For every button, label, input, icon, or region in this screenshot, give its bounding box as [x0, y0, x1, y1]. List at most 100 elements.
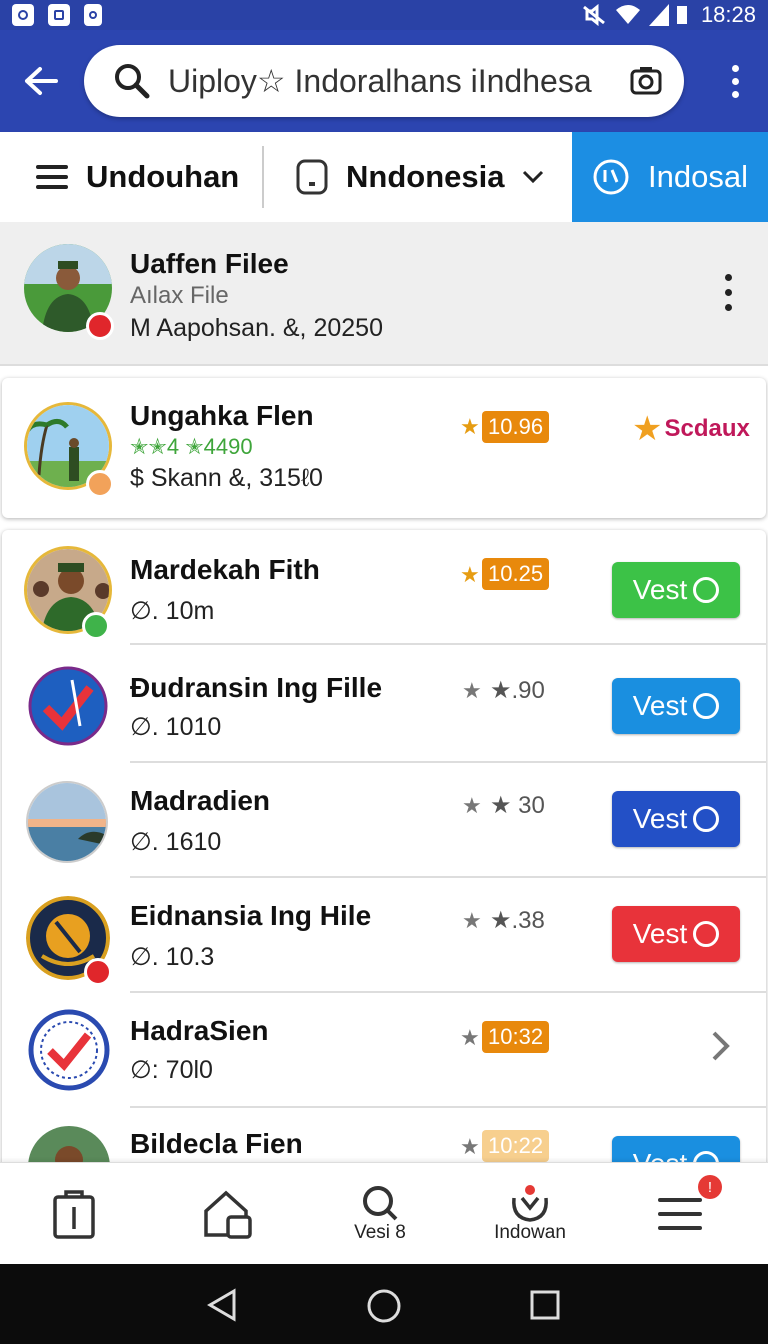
app-notification-icon	[12, 4, 34, 26]
favorite-badge	[84, 958, 112, 986]
item-meta: ∅. 10m	[130, 597, 215, 625]
star-icon: ★	[460, 1134, 480, 1159]
star-logo-icon: ★	[632, 410, 663, 448]
lock-notification-icon	[84, 4, 102, 26]
item-meta: ∅: 70l0	[130, 1056, 213, 1084]
app-bar	[0, 30, 768, 132]
bottom-nav: Vesi 8 Indowan !	[0, 1162, 768, 1264]
item-meta: ∅. 1610	[130, 828, 222, 856]
status-badge	[86, 470, 114, 498]
star-icon: ★	[460, 562, 480, 587]
back-triangle-icon[interactable]	[206, 1288, 238, 1322]
overflow-menu-button[interactable]	[720, 64, 750, 98]
status-bar: 18:28	[0, 0, 768, 30]
list-item[interactable]: Ðudransin Ing Fille ∅. 1010 ★ ★.90 Vest	[2, 648, 766, 763]
list-item[interactable]: Bildecla Fien ★ 10:22 Vest	[2, 1108, 766, 1170]
back-button[interactable]	[18, 58, 64, 104]
vest-button[interactable]: Vest	[612, 791, 740, 847]
avatar	[28, 1009, 110, 1091]
nav-menu[interactable]: !	[620, 1163, 740, 1265]
circle-icon	[693, 577, 720, 603]
header-name: Uaffen Filee	[130, 248, 289, 279]
avatar	[26, 781, 108, 863]
card-name: Ungahka Flen	[130, 400, 314, 431]
header-subtitle: Aılax File	[130, 282, 229, 309]
arrow-left-icon	[25, 67, 58, 95]
nav-clipboard[interactable]	[14, 1163, 134, 1265]
home-icon	[204, 1190, 252, 1239]
item-meta: ∅. 1010	[130, 713, 222, 741]
star-icon: ★	[460, 414, 480, 439]
item-name: Bildecla Fien	[130, 1128, 303, 1159]
chevron-down-icon	[523, 170, 544, 184]
home-circle-icon[interactable]	[366, 1288, 402, 1324]
phone-icon	[296, 159, 328, 195]
nav-label: Vesi 8	[354, 1222, 406, 1243]
file-list: Mardekah Fith ∅. 10m ★ 10.25 Vest Ðudran…	[2, 530, 766, 1170]
notification-badge: !	[698, 1175, 722, 1199]
tab-undouhan[interactable]: Undouhan	[0, 146, 264, 208]
mute-icon	[583, 4, 605, 26]
circle-icon	[693, 693, 720, 719]
item-name: Ðudransin Ing Fille	[130, 672, 383, 703]
search-input[interactable]	[168, 62, 630, 100]
card-meta: $ Skann &, 315ℓ0	[130, 464, 323, 492]
star-icon: ★	[462, 793, 482, 818]
signal-icon	[648, 4, 669, 26]
score-badge: 10:32	[482, 1021, 550, 1053]
brand-logo[interactable]: ★ Scdaux	[632, 412, 750, 446]
notification-icon	[512, 1185, 548, 1222]
circle-icon	[693, 806, 720, 832]
tab-label: Undouhan	[86, 159, 240, 194]
tab-bar: Undouhan Nndonesia Indosal	[0, 132, 768, 222]
vest-button[interactable]: Vest	[612, 562, 740, 618]
item-meta: ∅. 10.3	[130, 943, 215, 971]
wifi-icon	[615, 5, 640, 24]
menu-icon	[658, 1198, 702, 1230]
avatar	[28, 666, 108, 746]
nav-search[interactable]: Vesi 8	[320, 1163, 440, 1265]
button-label: Vest	[632, 803, 688, 834]
header-more-button[interactable]	[718, 274, 738, 311]
list-item[interactable]: HadraSien ∅: 70l0 ★ 10:32	[2, 993, 766, 1108]
list-item[interactable]: Mardekah Fith ∅. 10m ★ 10.25 Vest	[2, 530, 766, 645]
score-text: ★.38	[490, 906, 545, 934]
brand-name: Scdaux	[664, 415, 750, 442]
star-icon: ★	[462, 678, 482, 703]
status-time: 18:28	[700, 2, 756, 27]
score-badge: 10.25	[482, 558, 550, 590]
status-badge	[86, 312, 114, 340]
online-badge	[82, 612, 110, 640]
header-card[interactable]: Uaffen Filee Aılax File M Aapohsan. &, 2…	[0, 222, 768, 366]
featured-card[interactable]: Ungahka Flen ✭✭4 ✭4490 $ Skann &, 315ℓ0 …	[2, 378, 766, 518]
recents-square-icon[interactable]	[530, 1290, 560, 1320]
system-nav-bar	[0, 1264, 768, 1344]
chevron-right-icon[interactable]	[710, 1029, 732, 1063]
header-meta: M Aapohsan. &, 20250	[130, 314, 383, 342]
button-label: Vest	[632, 918, 688, 949]
star-icon: ★	[460, 1025, 480, 1050]
clipboard-icon	[53, 1190, 95, 1239]
star-icon: ★	[462, 908, 482, 933]
button-label: Vest	[632, 690, 688, 721]
tab-label: Indosal	[648, 159, 748, 194]
nav-notifications[interactable]: Indowan	[470, 1163, 590, 1265]
item-name: Madradien	[130, 785, 271, 816]
vest-button[interactable]: Vest	[612, 906, 740, 962]
nav-home[interactable]	[168, 1163, 288, 1265]
score-badge: 10:22	[482, 1130, 550, 1162]
list-item[interactable]: Eidnansia Ing Hile ∅. 10.3 ★ ★.38 Vest	[2, 878, 766, 993]
circle-icon	[693, 921, 720, 947]
tab-indosal[interactable]: Indosal	[572, 132, 768, 222]
score-text: ★.90	[490, 676, 545, 704]
hamburger-icon	[36, 165, 68, 189]
vest-button[interactable]: Vest	[612, 678, 740, 734]
list-item[interactable]: Madradien ∅. 1610 ★ ★ 30 Vest	[2, 763, 766, 878]
camera-icon[interactable]	[630, 66, 662, 96]
tab-nndonesia[interactable]: Nndonesia	[264, 132, 572, 222]
item-name: Eidnansia Ing Hile	[130, 900, 372, 931]
score-badge: 10.96	[482, 411, 550, 443]
nav-label: Indowan	[494, 1222, 566, 1243]
button-label: Vest	[632, 574, 688, 605]
search-icon	[363, 1186, 398, 1221]
